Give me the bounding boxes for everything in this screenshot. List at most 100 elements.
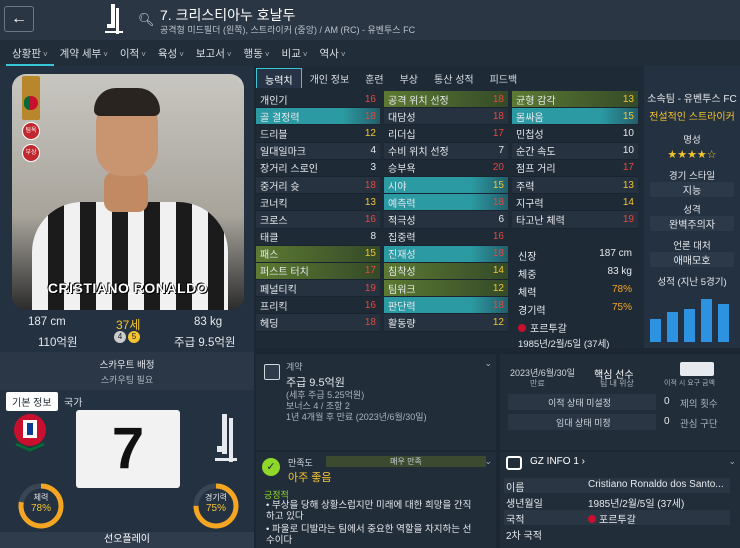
attribute-row[interactable]: 균형 감각 13 [512, 91, 638, 109]
attribute-row[interactable]: 중거리 슛 18 [256, 176, 380, 195]
attribute-row[interactable]: 예측력 18 [384, 194, 508, 212]
attribute-name: 리더십 [388, 129, 416, 141]
attribute-row[interactable]: 민첩성 10 [512, 125, 638, 143]
attribute-row[interactable]: 태클 8 [256, 229, 380, 246]
attribute-row[interactable]: 골 결정력 18 [256, 108, 380, 126]
attribute-value: 19 [622, 213, 634, 225]
attribute-row[interactable]: 대담성 18 [384, 108, 508, 126]
injury-badge-icon[interactable]: 부상 [22, 144, 40, 162]
attribute-row[interactable]: 타고난 체력 19 [512, 211, 638, 229]
attribute-row[interactable]: 코너킥 13 [256, 194, 380, 212]
attr-tab-0[interactable]: 능력치 [256, 68, 302, 88]
role-label: 전설적인 스트라이커 [649, 112, 735, 123]
attribute-value: 15 [364, 248, 376, 260]
attribute-row[interactable]: 팀워크 12 [384, 280, 508, 298]
attr-tab-4[interactable]: 통산 성적 [426, 68, 482, 88]
satisfaction-value: 아주 좋음 [288, 472, 332, 484]
player-photo: CRISTIANO RONALDO [12, 74, 244, 310]
attribute-value: 18 [364, 179, 376, 191]
attribute-name: 태클 [260, 233, 279, 245]
attribute-row[interactable]: 진재성 18 [384, 245, 508, 263]
nav-tab-7[interactable]: 역사 ˅ [314, 40, 352, 66]
lock-icon[interactable] [680, 362, 714, 376]
height-value: 187 cm [28, 316, 66, 328]
attribute-value: 16 [364, 213, 376, 225]
attribute-row[interactable]: 몸싸움 15 [512, 108, 638, 126]
offers-label: 제의 횟수 [680, 399, 718, 410]
attribute-row[interactable]: 헤딩 18 [256, 314, 380, 332]
attribute-row[interactable]: 수비 위치 선정 7 [384, 142, 508, 160]
attr-tab-3[interactable]: 부상 [392, 68, 426, 88]
nav-tab-label: 역사 [319, 48, 339, 60]
attribute-row[interactable]: 리더십 17 [384, 125, 508, 143]
attribute-row[interactable]: 침착성 14 [384, 262, 508, 281]
nav-tab-4[interactable]: 보고서 ˅ [190, 40, 238, 66]
satisfaction-bullet-1-text: 부상을 당해 상황스럽지만 미래에 대한 희망을 간직하고 있다 [266, 500, 472, 522]
form-bar [701, 299, 712, 342]
scout-panel[interactable]: 스카우트 배정 스카우팅 필요 [0, 352, 254, 390]
nav-tab-0[interactable]: 상황판 ˅ [6, 40, 54, 66]
attribute-row[interactable]: 장거리 스로인 3 [256, 160, 380, 177]
phys-nation-label: 포르투갈 [530, 324, 567, 335]
gz-title-text: GZ INFO 1 [530, 456, 579, 467]
attribute-value: 10 [622, 127, 634, 139]
attribute-row[interactable]: 적극성 6 [384, 211, 508, 229]
attribute-row[interactable]: 점프 거리 17 [512, 160, 638, 177]
play-button[interactable]: 선오플레이 [0, 532, 254, 548]
attribute-row[interactable]: 패스 15 [256, 245, 380, 263]
attribute-row[interactable]: 크로스 16 [256, 211, 380, 229]
attribute-row[interactable]: 퍼스트 터치 17 [256, 262, 380, 281]
search-icon[interactable]: 🔍︎ [138, 12, 155, 28]
attribute-value: 17 [622, 162, 634, 174]
satisfaction-chevron-icon[interactable]: ⌄ [484, 456, 492, 467]
contract-chevron-icon[interactable]: ⌄ [484, 358, 492, 369]
attribute-value: 16 [492, 231, 504, 243]
attribute-tab-bar: 능력치 개인 정보 훈련 부상 통산 성적 피드백 [256, 68, 525, 88]
chevron-down-icon: ˅ [264, 50, 270, 59]
attribute-row[interactable]: 주력 13 [512, 176, 638, 195]
attribute-row[interactable]: 순간 속도 10 [512, 142, 638, 160]
photo-menu-chevron-icon[interactable]: ⌄ [236, 74, 244, 85]
attribute-row[interactable]: 활동량 12 [384, 314, 508, 332]
contract-icon [264, 364, 280, 380]
tab-basic-info[interactable]: 기본 정보 [6, 392, 58, 411]
nav-tab-label: 계약 세부 [59, 48, 102, 60]
attribute-row[interactable]: 페널티킥 19 [256, 280, 380, 298]
attribute-value: 18 [492, 93, 504, 105]
attribute-row[interactable]: 드리블 12 [256, 125, 380, 143]
nav-tab-label: 상황판 [12, 48, 41, 60]
attribute-row[interactable]: 집중력 16 [384, 229, 508, 246]
nav-tab-5[interactable]: 행동 ˅ [238, 40, 276, 66]
back-arrow-icon[interactable]: ← [4, 6, 34, 32]
physical-summary: 신장 187 cm 체중 83 kg 체력 78% 경기력 75% 포르투갈 1… [512, 242, 638, 350]
attribute-row[interactable]: 일대일마크 4 [256, 142, 380, 160]
attribute-name: 판단력 [388, 301, 416, 313]
nav-tab-3[interactable]: 육성 ˅ [152, 40, 190, 66]
nav-tab-6[interactable]: 비교 ˅ [276, 40, 314, 66]
attribute-row[interactable]: 판단력 18 [384, 297, 508, 315]
attribute-value: 17 [492, 127, 504, 139]
gz-title[interactable]: GZ INFO 1 › [530, 456, 585, 467]
attribute-row[interactable]: 공격 위치 선정 18 [384, 91, 508, 109]
team-badge-icon[interactable]: 팀옥 [22, 122, 40, 140]
attr-tab-2[interactable]: 훈련 [357, 68, 391, 88]
contract-panel[interactable]: 계약 주급 9.5억원 (세후 주급 5.25억원) 보너스 4 / 조항 2 … [256, 354, 496, 450]
nav-tab-2[interactable]: 이적 ˅ [114, 40, 152, 66]
attribute-row[interactable]: 개인기 16 [256, 91, 380, 109]
attr-tab-1[interactable]: 개인 정보 [302, 68, 358, 88]
gz-chevron-icon[interactable]: ⌄ [728, 456, 736, 467]
nav-tab-1[interactable]: 계약 세부 ˅ [54, 40, 114, 66]
attribute-row[interactable]: 프리킥 16 [256, 297, 380, 315]
attribute-value: 18 [492, 299, 504, 311]
reputation-label: 명성 [683, 135, 701, 146]
attribute-row[interactable]: 시야 15 [384, 176, 508, 195]
satisfaction-panel[interactable]: ✓ 만족도 매우 만족 아주 좋음 긍정적 • 부상을 당해 상황스럽지만 미래… [256, 452, 496, 548]
juventus-crest-large-icon [215, 414, 237, 462]
tab-nation[interactable]: 국가 [58, 392, 88, 411]
attribute-row[interactable]: 승부욕 20 [384, 160, 508, 177]
club-label[interactable]: 소속팀 - 유벤투스 FC [644, 90, 740, 105]
attribute-row[interactable]: 지구력 14 [512, 194, 638, 212]
gz-name-value: Cristiano Ronaldo dos Santo... [588, 479, 724, 490]
attr-tab-5[interactable]: 피드백 [482, 68, 526, 88]
scout-assign-label[interactable]: 스카우트 배정 [0, 357, 254, 371]
